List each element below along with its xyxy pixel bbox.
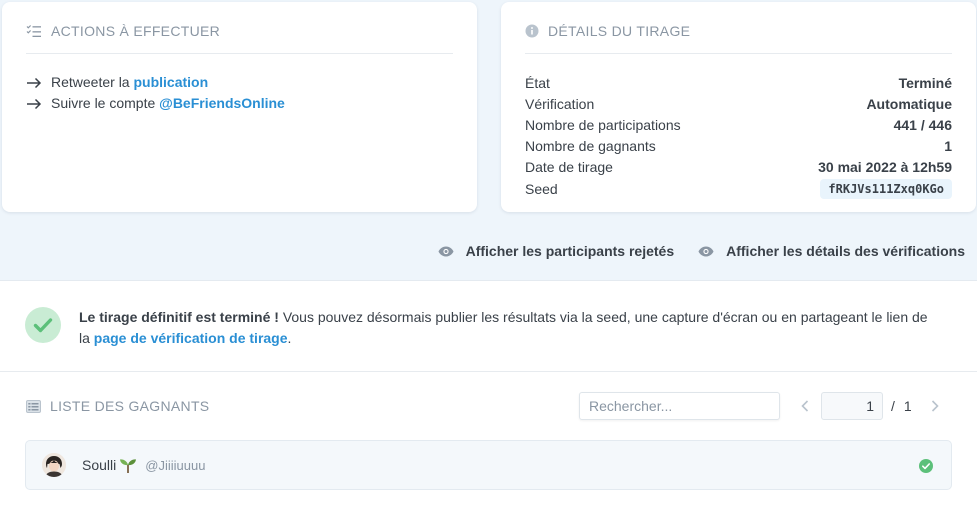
pagination: 1 / 1: [796, 392, 944, 420]
detail-row-verification: Vérification Automatique: [525, 93, 952, 114]
account-link[interactable]: @BeFriendsOnline: [159, 95, 285, 111]
action-item-retweet: Retweeter la publication: [26, 72, 285, 93]
verified-check-icon: [919, 459, 933, 473]
details-card-title: DÉTAILS DU TIRAGE: [525, 23, 690, 39]
seed-value[interactable]: fRKJVs111Zxq0KGo: [820, 178, 952, 199]
eye-icon: [438, 246, 454, 256]
winner-row[interactable]: Soulli @Jiiiiuuuu: [25, 440, 952, 490]
arrow-right-icon: [27, 98, 42, 109]
actions-list: Retweeter la publication Suivre le compt…: [26, 72, 285, 114]
show-verifications-toggle[interactable]: Afficher les détails des vérifications: [698, 243, 965, 259]
details-card: DÉTAILS DU TIRAGE État Terminé Vérificat…: [501, 2, 976, 212]
winner-handle: @Jiiiiuuuu: [145, 457, 206, 473]
detail-value: 30 mai 2022 à 12h59: [818, 158, 952, 175]
detail-label: État: [525, 74, 550, 91]
arrow-right-icon: [27, 77, 42, 88]
details-divider: [525, 53, 952, 54]
action-text: Suivre le compte @BeFriendsOnline: [51, 93, 285, 114]
completion-notice: Le tirage définitif est terminé ! Vous p…: [25, 307, 937, 349]
winner-name: Soulli: [82, 457, 117, 473]
actions-divider: [26, 53, 453, 54]
avatar-image: [42, 453, 66, 477]
detail-value: Terminé: [898, 74, 952, 91]
detail-label: Seed: [525, 180, 558, 197]
results-card: Le tirage définitif est terminé ! Vous p…: [0, 280, 977, 520]
show-verifications-label: Afficher les détails des vérifications: [726, 243, 965, 259]
prev-page-button[interactable]: [796, 392, 814, 420]
detail-row-status: État Terminé: [525, 72, 952, 93]
success-check-icon: [25, 307, 61, 343]
notice-end: .: [287, 330, 292, 346]
show-rejected-toggle[interactable]: Afficher les participants rejetés: [438, 243, 675, 259]
actions-card: ACTIONS À EFFECTUER Retweeter la publica…: [2, 2, 477, 212]
detail-row-participations: Nombre de participations 441 / 446: [525, 114, 952, 135]
publication-link[interactable]: publication: [133, 74, 208, 90]
winners-title-text: LISTE DES GAGNANTS: [50, 398, 210, 414]
actions-card-title: ACTIONS À EFFECTUER: [26, 23, 220, 39]
eye-icon: [698, 246, 714, 256]
info-icon: [525, 24, 539, 38]
chevron-right-icon: [931, 400, 939, 412]
show-rejected-label: Afficher les participants rejetés: [465, 243, 675, 259]
winners-title: LISTE DES GAGNANTS: [26, 398, 209, 414]
notice-bold: Le tirage définitif est terminé !: [79, 309, 279, 325]
notice-text: Le tirage définitif est terminé ! Vous p…: [79, 307, 937, 349]
list-icon: [26, 399, 41, 413]
detail-value: 441 / 446: [893, 116, 952, 133]
action-item-follow: Suivre le compte @BeFriendsOnline: [26, 93, 285, 114]
search-input[interactable]: [579, 392, 780, 420]
detail-row-date: Date de tirage 30 mai 2022 à 12h59: [525, 156, 952, 177]
detail-label: Date de tirage: [525, 158, 613, 175]
detail-label: Vérification: [525, 95, 595, 112]
verification-page-link[interactable]: page de vérification de tirage: [94, 330, 288, 346]
toggle-links: Afficher les participants rejetés Affich…: [438, 243, 965, 259]
detail-label: Nombre de gagnants: [525, 137, 656, 154]
action-prefix: Suivre le compte: [51, 95, 156, 111]
next-page-button[interactable]: [926, 392, 944, 420]
detail-row-winners: Nombre de gagnants 1: [525, 135, 952, 156]
results-divider: [0, 371, 977, 372]
checklist-icon: [26, 25, 41, 37]
page-number-input[interactable]: 1: [821, 392, 883, 420]
seedling-icon: [120, 459, 137, 473]
action-prefix: Retweeter la: [51, 74, 130, 90]
actions-title-text: ACTIONS À EFFECTUER: [51, 23, 221, 39]
action-text: Retweeter la publication: [51, 72, 208, 93]
detail-value: 1: [944, 137, 952, 154]
detail-row-seed: Seed fRKJVs111Zxq0KGo: [525, 178, 952, 199]
avatar: [42, 453, 66, 477]
detail-value: Automatique: [866, 95, 952, 112]
chevron-left-icon: [801, 400, 809, 412]
details-title-text: DÉTAILS DU TIRAGE: [548, 23, 691, 39]
page-total: 1: [903, 398, 912, 414]
detail-label: Nombre de participations: [525, 116, 681, 133]
details-table: État Terminé Vérification Automatique No…: [525, 72, 952, 199]
page-separator: /: [891, 398, 895, 414]
